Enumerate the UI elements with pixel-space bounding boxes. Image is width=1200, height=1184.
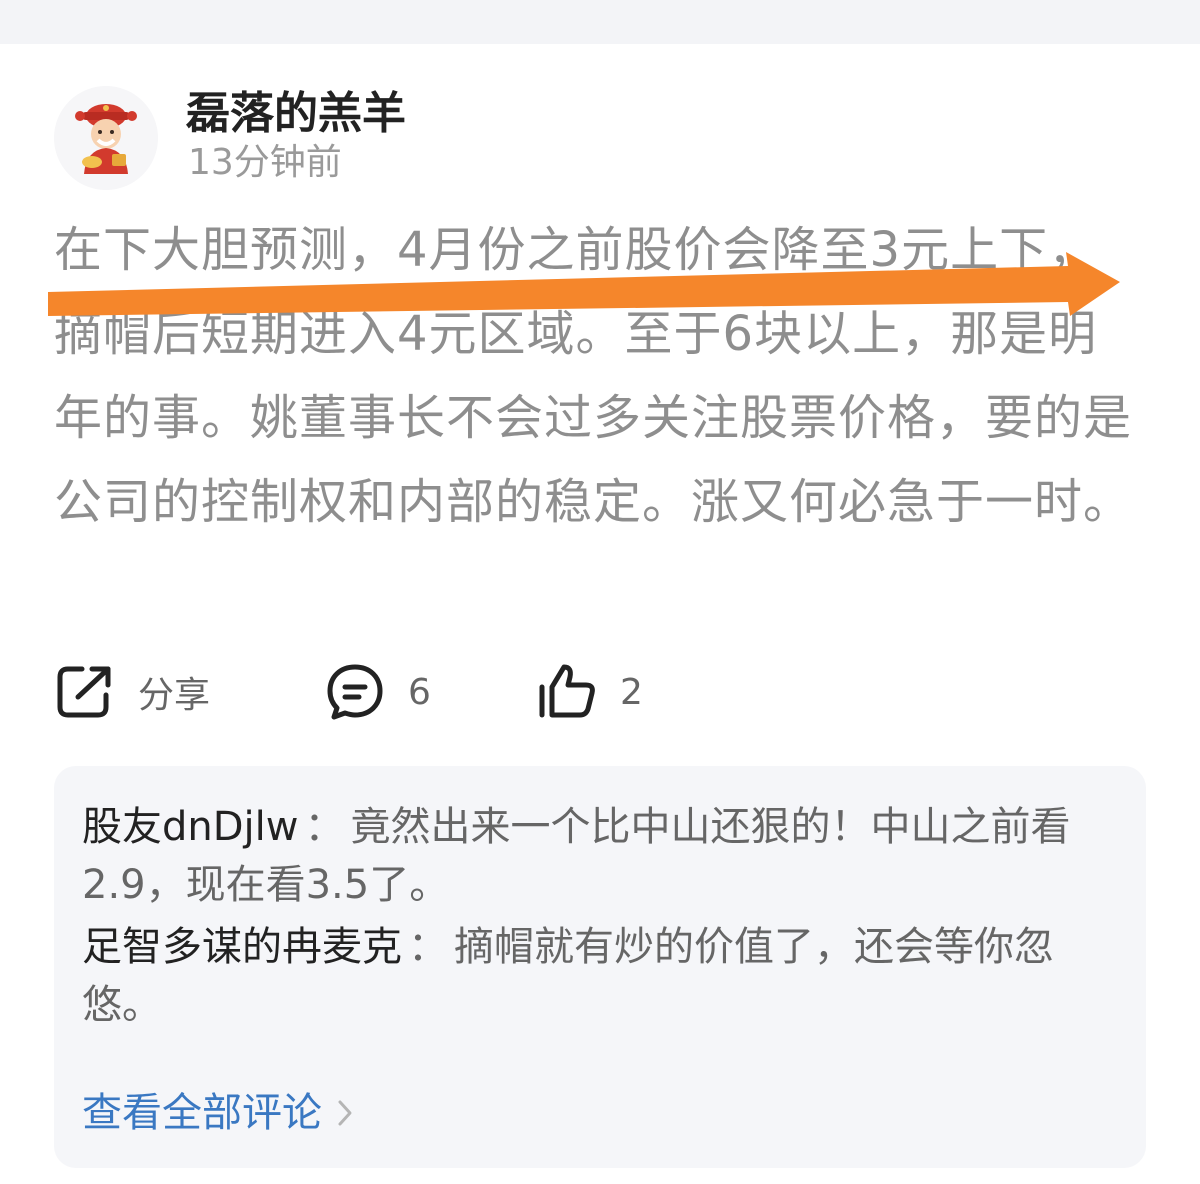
chevron-right-icon — [338, 1100, 352, 1126]
author-name[interactable]: 磊落的羔羊 — [186, 86, 406, 142]
post-actions-bar: 分享 6 2 — [54, 656, 1144, 728]
share-icon — [57, 666, 111, 718]
comment-separator: ： — [304, 804, 345, 850]
post-content: 在下大胆预测，4月份之前股价会降至3元上下，摘帽后短期进入4元区域。至于6块以上… — [54, 222, 1133, 530]
share-label: 分享 — [138, 675, 211, 716]
fortune-god-avatar-icon — [54, 86, 158, 190]
author-avatar[interactable] — [54, 86, 158, 190]
view-all-label: 查看全部评论 — [82, 1090, 322, 1136]
share-button[interactable]: 分享 — [54, 656, 210, 728]
comment-username[interactable]: 股友dnDjlw — [82, 804, 298, 850]
comment-item[interactable]: 足智多谋的冉麦克：摘帽就有炒的价值了，还会等你忽悠。 — [82, 918, 1122, 1034]
comment-separator: ： — [408, 924, 448, 970]
comment-button[interactable]: 6 — [324, 656, 431, 728]
thumbs-up-icon — [539, 664, 595, 718]
top-divider-strip — [0, 0, 1200, 44]
comment-username[interactable]: 足智多谋的冉麦克 — [82, 924, 402, 970]
post-timestamp: 13分钟前 — [188, 142, 342, 183]
comment-item[interactable]: 股友dnDjlw：竟然出来一个比中山还狠的！中山之前看2.9，现在看3.5了。 — [82, 798, 1122, 914]
like-button[interactable]: 2 — [536, 656, 643, 728]
comments-preview: 股友dnDjlw：竟然出来一个比中山还狠的！中山之前看2.9，现在看3.5了。 … — [54, 766, 1146, 1168]
comment-count: 6 — [408, 671, 431, 713]
like-count: 2 — [620, 671, 643, 713]
view-all-comments-link[interactable]: 查看全部评论 — [82, 1084, 354, 1142]
comment-icon — [327, 664, 383, 720]
